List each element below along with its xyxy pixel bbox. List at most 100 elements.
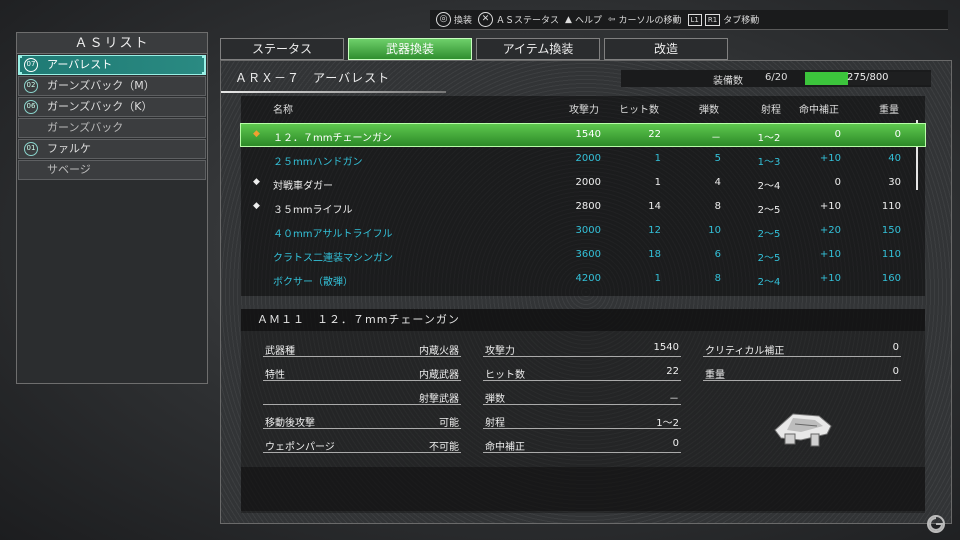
detail-row: ヒット数 22 <box>483 365 681 381</box>
weapon-range: 1～2 <box>757 133 781 144</box>
weapon-row[interactable]: ４０mmアサルトライフル 3000 12 10 2～5 +20 150 <box>241 220 925 242</box>
weapon-detail-panel: ＡＭ１１ １２．７mmチェーンガン 武器種 内蔵火器 特性 内蔵武器 射撃武器 移動… <box>241 309 925 513</box>
weapon-attack: 1540 <box>575 129 601 140</box>
weapon-table-header: 名称 攻撃力 ヒット数 弾数 射程 命中補正 重量 <box>241 96 925 118</box>
weapon-hit-count: 12 <box>648 225 661 236</box>
weapon-accuracy: +10 <box>819 201 841 212</box>
as-list-item-arbalest[interactable]: 07 アーバレスト <box>18 55 206 75</box>
weapon-hit-count: 18 <box>648 249 661 260</box>
site-logo-icon <box>927 515 945 533</box>
detail-value: 可能 <box>439 418 459 429</box>
detail-key: 移動後攻撃 <box>265 418 315 429</box>
detail-row: 特性 内蔵武器 <box>263 365 461 381</box>
detail-column-1: 武器種 内蔵火器 特性 内蔵武器 射撃武器 移動後攻撃 可能 ウェポンパージ 不可能 <box>263 341 461 461</box>
tab-upgrade[interactable]: 改造 <box>604 38 728 60</box>
weapon-row[interactable]: ボクサー（散弾） 4200 1 8 2～4 +10 160 <box>241 268 925 290</box>
pilot-badge-icon: 02 <box>24 79 38 93</box>
mech-part-icon <box>774 413 832 447</box>
as-list-item-falke[interactable]: 01 ファルケ <box>18 139 206 159</box>
tab-status[interactable]: ステータス <box>220 38 344 60</box>
as-list-item-label: ガーンズバック（M） <box>47 79 155 92</box>
triangle-button-icon: ▲ <box>565 14 572 25</box>
detail-key: 射程 <box>485 418 505 429</box>
as-list-item-savage[interactable]: サベージ <box>18 160 206 180</box>
weapon-hit-count: 14 <box>648 201 661 212</box>
header-hit-count: ヒット数 <box>619 105 659 116</box>
pilot-badge-icon: 06 <box>24 100 38 114</box>
detail-value: 内蔵火器 <box>419 346 459 357</box>
l1-button-icon: L1 <box>687 13 702 26</box>
hint-help: ▲ ヘルプ <box>565 13 602 27</box>
weapon-hit-count: 1 <box>654 273 661 284</box>
detail-value: 1～2 <box>656 418 679 429</box>
weapon-weight: 150 <box>881 225 901 236</box>
weapon-range: 2～4 <box>757 277 781 288</box>
weapon-hit-count: 1 <box>654 153 661 164</box>
detail-value: 内蔵武器 <box>419 370 459 381</box>
capacity-count: 6/20 <box>765 72 788 83</box>
detail-value: 不可能 <box>429 442 459 453</box>
weapon-attack: 2000 <box>575 153 601 164</box>
as-list-item-gernsback[interactable]: ガーンズバック <box>18 118 206 138</box>
detail-key: ヒット数 <box>485 370 525 381</box>
as-list-item-label: ガーンズバック <box>47 121 124 134</box>
as-list-item-gernsback-k[interactable]: 06 ガーンズバック（K） <box>18 97 206 117</box>
tab-bar: ステータス 武器換装 アイテム換装 改造 <box>220 38 728 60</box>
unit-name-underline <box>221 91 446 93</box>
detail-key: 命中補正 <box>485 442 525 453</box>
weapon-weight: 160 <box>881 273 901 284</box>
weapon-ammo: 10 <box>708 225 721 236</box>
hint-help-label: ヘルプ <box>574 16 602 26</box>
tab-item-equip[interactable]: アイテム換装 <box>476 38 600 60</box>
weapon-weight: 30 <box>888 177 901 188</box>
weapon-hit-count: 1 <box>654 177 661 188</box>
detail-key: 特性 <box>265 370 285 381</box>
weapon-row[interactable]: ◆ ３５mmライフル 2800 14 8 2～5 +10 110 <box>241 196 925 218</box>
detail-key: 武器種 <box>265 346 295 357</box>
cross-button-icon: ✕ <box>478 12 494 27</box>
detail-row: 命中補正 0 <box>483 437 681 453</box>
as-list-item-gernsback-m[interactable]: 02 ガーンズバック（M） <box>18 76 206 96</box>
load-bar-fill <box>805 72 849 85</box>
equipped-marker-icon: ◆ <box>253 177 260 187</box>
detail-row: 移動後攻撃 可能 <box>263 413 461 429</box>
weapon-name: ２５mmハンドガン <box>273 157 363 168</box>
tab-weapon-equip[interactable]: 武器換装 <box>348 38 472 60</box>
weapon-equip-panel: ＡＲＸ－７ アーバレスト 装備数 6/20 275/800 名称 攻撃力 ヒット… <box>220 60 952 524</box>
weapon-accuracy: +10 <box>819 153 841 164</box>
weapon-range: 2～4 <box>757 181 781 192</box>
header-name: 名称 <box>273 105 293 116</box>
weapon-attack: 3000 <box>575 225 601 236</box>
weapon-range: 2～5 <box>757 253 781 264</box>
detail-column-2: 攻撃力 1540 ヒット数 22 弾数 － 射程 1～2 命中補正 0 <box>483 341 681 461</box>
weapon-row[interactable]: クラトス二連装マシンガン 3600 18 6 2～5 +10 110 <box>241 244 925 266</box>
weapon-range: 1～3 <box>757 157 781 168</box>
control-hints-bar: ◎ 換装 ✕ ＡＳステータス ▲ ヘルプ ⇦ カーソルの移動 L1 R1 タブ移… <box>430 10 948 30</box>
detail-value: 1540 <box>653 342 679 353</box>
capacity-box: 装備数 6/20 275/800 <box>621 70 931 87</box>
detail-row: クリティカル補正 0 <box>703 341 901 357</box>
circle-button-icon: ◎ <box>436 12 451 27</box>
detail-value: 22 <box>666 366 679 377</box>
weapon-table: 名称 攻撃力 ヒット数 弾数 射程 命中補正 重量 ◆ １２．７mmチェーンガン… <box>240 96 926 296</box>
weapon-name: ４０mmアサルトライフル <box>273 229 393 240</box>
weapon-range: 2～5 <box>757 229 781 240</box>
weapon-name: クラトス二連装マシンガン <box>273 253 393 264</box>
capacity-label: 装備数 <box>713 76 743 87</box>
selection-bracket-left <box>18 56 22 74</box>
weapon-attack: 2000 <box>575 177 601 188</box>
pilot-badge-icon: 01 <box>24 142 38 156</box>
weapon-weight: 0 <box>894 129 901 140</box>
weapon-weight: 110 <box>881 249 901 260</box>
hint-cursor-label: カーソルの移動 <box>618 16 682 26</box>
weapon-row[interactable]: ２５mmハンドガン 2000 1 5 1～3 +10 40 <box>241 148 925 170</box>
weapon-weight: 110 <box>881 201 901 212</box>
detail-value: 0 <box>892 342 899 353</box>
load-value: 275/800 <box>847 72 889 83</box>
hint-tab-move-label: タブ移動 <box>723 16 760 26</box>
weapon-name: １２．７mmチェーンガン <box>273 133 392 144</box>
weapon-row[interactable]: ◆ 対戦車ダガー 2000 1 4 2～4 0 30 <box>241 172 925 194</box>
weapon-row[interactable]: ◆ １２．７mmチェーンガン 1540 22 － 1～2 0 0 <box>240 123 926 147</box>
weapon-ammo: 8 <box>714 273 721 284</box>
weapon-detail-title: ＡＭ１１ １２．７mmチェーンガン <box>241 309 925 331</box>
